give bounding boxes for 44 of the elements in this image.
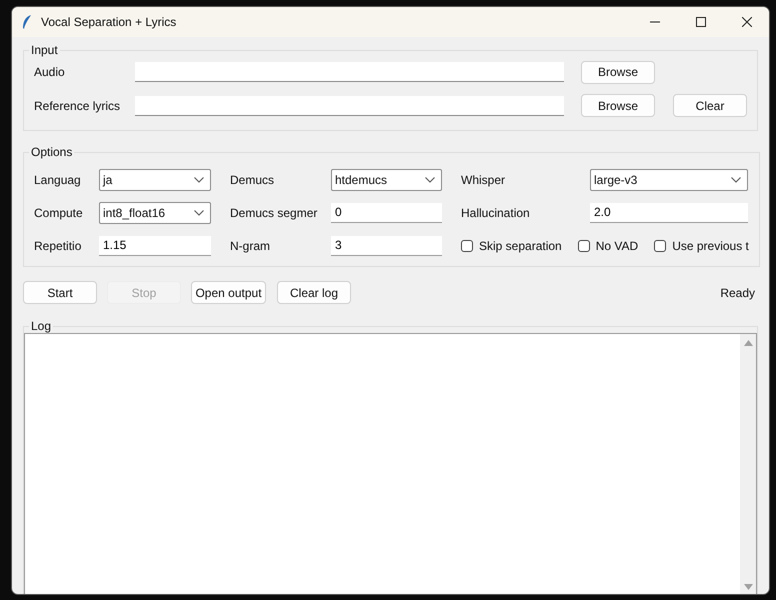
field-label: Repetitio xyxy=(34,238,82,252)
checkbox-option[interactable]: No VAD xyxy=(578,238,638,252)
input-field[interactable] xyxy=(135,62,564,82)
action-button[interactable]: Open output xyxy=(191,281,266,304)
scroll-up-icon[interactable] xyxy=(744,340,752,346)
close-icon[interactable] xyxy=(742,17,752,27)
chevron-icon xyxy=(425,176,435,182)
input-field[interactable]: 3 xyxy=(331,236,442,256)
window-title: Vocal Separation + Lyrics xyxy=(41,15,176,29)
input-field[interactable]: 1.15 xyxy=(99,236,211,256)
scroll-down-icon[interactable] xyxy=(744,584,752,590)
group-title: Log xyxy=(30,319,52,333)
input-field[interactable] xyxy=(135,96,564,116)
input-field[interactable]: 0 xyxy=(331,202,442,222)
checkbox-option[interactable]: Use previous t xyxy=(654,238,749,252)
field-label: Hallucination xyxy=(461,206,531,220)
input-field[interactable]: 2.0 xyxy=(590,202,748,222)
field-label: Whisper xyxy=(461,172,506,186)
chevron-icon xyxy=(731,176,741,182)
group-title: Input xyxy=(30,43,59,57)
scrollbar[interactable] xyxy=(740,334,756,594)
field-label: Demucs segmer xyxy=(230,206,318,220)
feather-icon xyxy=(21,14,33,30)
dropdown[interactable]: large-v3 xyxy=(590,168,748,190)
field-label: Audio xyxy=(34,65,66,79)
action-button[interactable]: Browse xyxy=(581,60,655,84)
field-label: Languag xyxy=(34,172,82,186)
action-button[interactable]: Clear log xyxy=(277,281,351,304)
field-label: N-gram xyxy=(230,238,272,252)
action-button[interactable]: Start xyxy=(23,281,97,304)
field-label: Compute xyxy=(34,206,84,220)
chevron-icon xyxy=(194,176,204,182)
field-label: Demucs xyxy=(230,172,276,186)
maximize-icon[interactable] xyxy=(696,17,706,27)
dropdown[interactable]: int8_float16 xyxy=(99,202,211,224)
dropdown[interactable]: ja xyxy=(99,168,211,190)
checkbox-option[interactable]: Skip separation xyxy=(461,238,562,252)
action-button[interactable]: Clear xyxy=(673,94,747,117)
status-text: Ready xyxy=(720,286,755,300)
action-button[interactable]: Browse xyxy=(581,94,655,117)
dropdown[interactable]: htdemucs xyxy=(331,168,442,190)
group-title: Options xyxy=(30,145,74,159)
chevron-icon xyxy=(194,210,204,216)
field-label: Reference lyrics xyxy=(34,98,122,112)
